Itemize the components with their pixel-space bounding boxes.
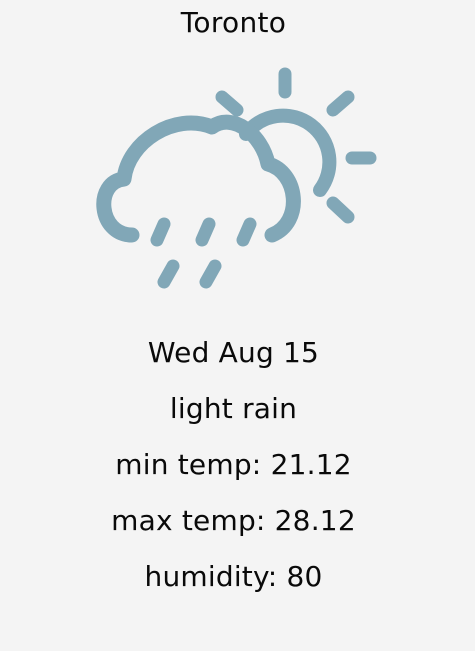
cloud-sun-rain-icon bbox=[84, 62, 384, 294]
min-temp-row: min temp: 21.12 bbox=[0, 447, 467, 483]
humidity-label: humidity: bbox=[144, 560, 278, 593]
city-name: Toronto bbox=[180, 6, 287, 39]
max-temp-value: 28.12 bbox=[274, 504, 356, 537]
max-temp-label: max temp: bbox=[111, 504, 266, 537]
weather-card: Toronto Wed Aug 15 light rain min temp: … bbox=[0, 0, 475, 651]
min-temp-label: min temp: bbox=[115, 448, 262, 481]
humidity-row: humidity: 80 bbox=[0, 559, 467, 595]
max-temp-row: max temp: 28.12 bbox=[0, 503, 467, 539]
min-temp-value: 21.12 bbox=[270, 448, 352, 481]
weather-description: light rain bbox=[169, 392, 298, 425]
forecast-date: Wed Aug 15 bbox=[147, 336, 320, 369]
humidity-value: 80 bbox=[286, 560, 323, 593]
